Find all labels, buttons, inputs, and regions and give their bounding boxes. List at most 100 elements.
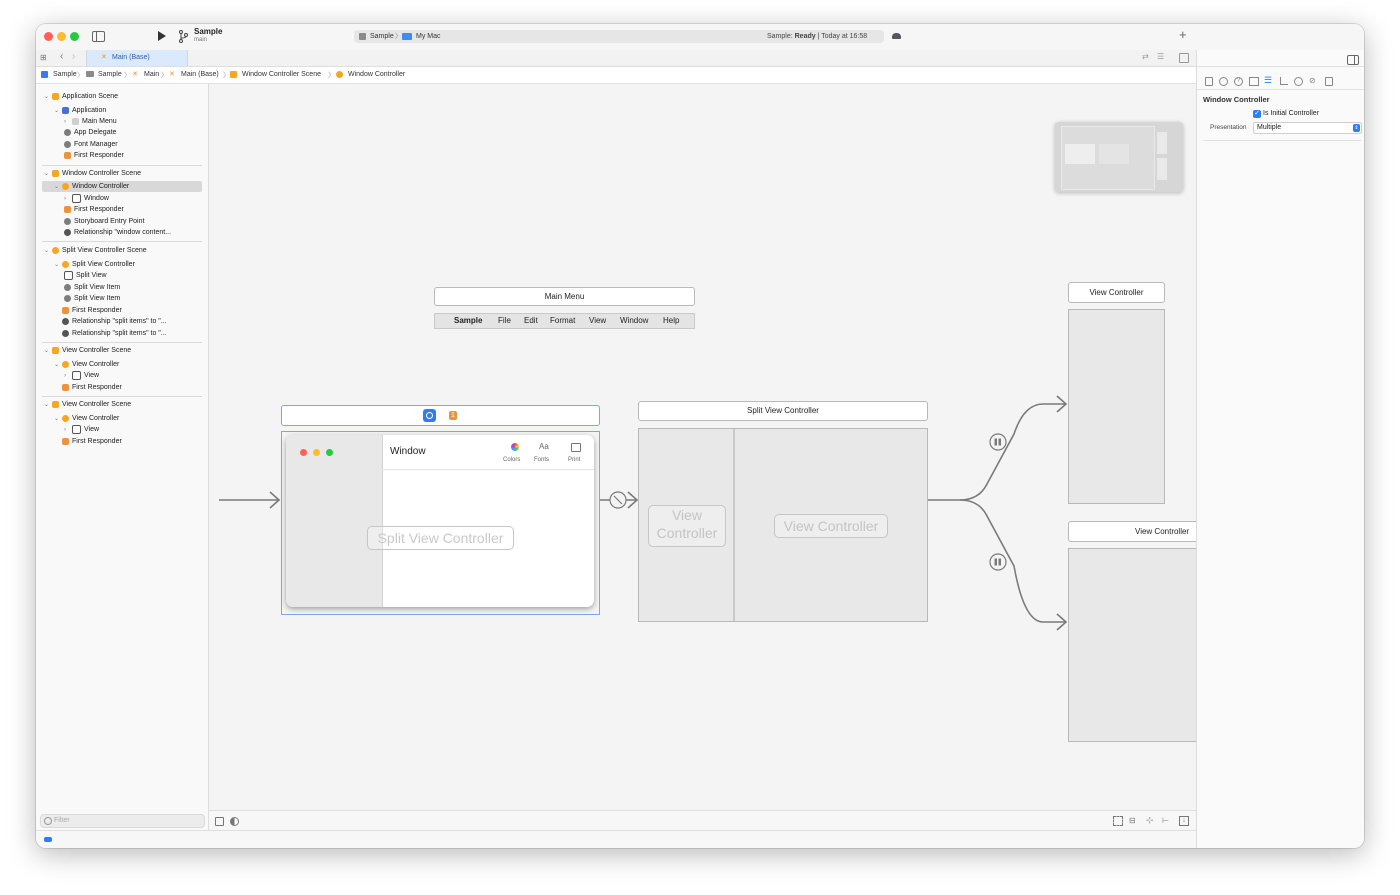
attributes-inspector-icon[interactable]: ☰	[1264, 75, 1272, 86]
outline-item[interactable]: ⌄ Application	[54, 105, 106, 116]
align-icon[interactable]: ⊟	[1129, 816, 1136, 825]
run-button[interactable]	[157, 31, 166, 41]
toolbar-item-print[interactable]: Print	[568, 457, 580, 463]
outline-item[interactable]: ⌄ View Controller	[54, 413, 119, 424]
outline-scene-application[interactable]: ⌄ Application Scene	[44, 91, 118, 102]
outline-scene-window-controller[interactable]: ⌄ Window Controller Scene	[44, 168, 141, 179]
view-controller-top-scene[interactable]	[1068, 309, 1165, 504]
connections-inspector-icon[interactable]	[1294, 77, 1303, 86]
menu-item-sample[interactable]: Sample	[454, 314, 482, 328]
menu-item-file[interactable]: File	[498, 314, 511, 328]
related-items-icon[interactable]: ⊞	[40, 53, 49, 62]
split-editor-icon[interactable]	[1179, 53, 1189, 63]
zoom-window-button[interactable]	[70, 32, 79, 41]
close-window-button[interactable]	[44, 32, 53, 41]
help-inspector-icon[interactable]: ?	[1234, 77, 1243, 86]
scheme-selector[interactable]: Sample	[370, 30, 394, 43]
tab-main-base[interactable]: ✕ Main (Base)	[86, 50, 188, 66]
split-view-scene[interactable]: View Controller View Controller	[638, 428, 928, 622]
outline-item[interactable]: First Responder	[64, 150, 124, 161]
jump-object[interactable]: Window Controller	[348, 71, 405, 78]
chevron-down-icon[interactable]: ⌄	[54, 182, 62, 193]
outline-item[interactable]: Relationship "window content...	[64, 227, 171, 238]
view-controller-bottom-scene[interactable]	[1068, 548, 1196, 742]
canvas-minimap[interactable]	[1055, 122, 1183, 192]
back-button[interactable]: ‹	[60, 51, 63, 62]
outline-scene-view-controller[interactable]: ⌄ View Controller Scene	[44, 345, 131, 356]
colors-icon[interactable]	[511, 443, 519, 451]
chevron-down-icon[interactable]: ⌄	[44, 169, 52, 180]
window-controller-icon[interactable]	[423, 409, 436, 422]
outline-item[interactable]: First Responder	[64, 204, 124, 215]
outline-item[interactable]: › Main Menu	[64, 116, 117, 127]
outline-item[interactable]: Split View Item	[64, 293, 120, 304]
pin-icon[interactable]: ⊹	[1146, 815, 1154, 826]
destination-selector[interactable]: My Mac	[416, 30, 441, 43]
chevron-down-icon[interactable]: ⌄	[44, 92, 52, 103]
jump-scene[interactable]: Window Controller Scene	[242, 71, 321, 78]
editor-options-icon[interactable]: ☰	[1157, 52, 1164, 61]
toolbar-item-fonts[interactable]: Fonts	[534, 457, 549, 463]
storyboard-canvas[interactable]: Main Menu Sample File Edit Format View W…	[209, 84, 1196, 810]
outline-item[interactable]: Relationship "split items" to "...	[54, 316, 167, 327]
outline-item[interactable]: App Delegate	[64, 127, 116, 138]
menu-item-window[interactable]: Window	[620, 314, 648, 328]
chevron-down-icon[interactable]: ⌄	[44, 346, 52, 357]
embed-in-icon[interactable]: ↓	[1179, 816, 1189, 826]
menu-item-edit[interactable]: Edit	[524, 314, 538, 328]
toolbar-item-colors[interactable]: Colors	[503, 457, 520, 463]
inspector-toggle-icon[interactable]	[1347, 55, 1359, 65]
outline-item[interactable]: ⌄ Split View Controller	[54, 259, 135, 270]
outline-item[interactable]: Split View	[64, 270, 107, 281]
view-controller-top-title[interactable]: View Controller	[1068, 282, 1165, 303]
chevron-down-icon[interactable]: ⌄	[44, 246, 52, 257]
chevron-down-icon[interactable]: ⌄	[54, 414, 62, 425]
chevron-down-icon[interactable]: ⌄	[54, 260, 62, 271]
jump-file[interactable]: Main	[144, 71, 159, 78]
jump-project[interactable]: Sample	[53, 71, 77, 78]
outline-item[interactable]: Split View Item	[64, 282, 120, 293]
forward-button[interactable]: ›	[72, 51, 75, 62]
window-controller-scene-dock[interactable]: 1	[281, 405, 600, 426]
outline-toggle-icon[interactable]	[215, 817, 224, 826]
file-inspector-icon[interactable]	[1205, 77, 1213, 86]
effects-inspector-icon[interactable]	[1325, 77, 1333, 86]
split-view-controller-title[interactable]: Split View Controller	[638, 401, 928, 421]
jump-localization[interactable]: Main (Base)	[181, 71, 219, 78]
menu-item-format[interactable]: Format	[550, 314, 575, 328]
identity-inspector-icon[interactable]	[1249, 77, 1259, 86]
is-initial-controller-checkbox[interactable]: ✓	[1253, 110, 1261, 118]
chevron-right-icon[interactable]: ›	[64, 371, 72, 382]
outline-item[interactable]: First Responder	[54, 382, 122, 393]
jump-group[interactable]: Sample	[98, 71, 122, 78]
outline-scene-view-controller[interactable]: ⌄ View Controller Scene	[44, 399, 131, 410]
main-menu-bar[interactable]: Sample File Edit Format View Window Help	[434, 313, 695, 329]
outline-item[interactable]: › View	[64, 370, 99, 381]
outline-item-selected[interactable]: ⌄ Window Controller	[54, 181, 129, 192]
outline-item[interactable]: › View	[64, 424, 99, 435]
debug-area-toggle[interactable]	[44, 837, 52, 842]
size-inspector-icon[interactable]	[1280, 77, 1288, 85]
menu-item-help[interactable]: Help	[663, 314, 679, 328]
print-icon[interactable]	[571, 443, 581, 452]
chevron-right-icon[interactable]: ›	[64, 425, 72, 436]
outline-item[interactable]: First Responder	[54, 436, 122, 447]
update-frames-icon[interactable]	[1113, 816, 1123, 826]
fonts-icon[interactable]: Aa	[539, 442, 549, 451]
outline-item[interactable]: Font Manager	[64, 139, 118, 150]
view-controller-bottom-title[interactable]: View Controller	[1068, 521, 1196, 542]
main-menu-scene-title[interactable]: Main Menu	[434, 287, 695, 306]
history-inspector-icon[interactable]	[1219, 77, 1228, 86]
split-divider[interactable]	[733, 429, 735, 621]
chevron-down-icon[interactable]: ⌄	[54, 360, 62, 371]
first-responder-icon[interactable]: 1	[449, 411, 457, 420]
outline-item[interactable]: Relationship "split items" to "...	[54, 328, 167, 339]
chevron-down-icon[interactable]: ⌄	[44, 400, 52, 411]
resolve-issues-icon[interactable]: ⊢	[1162, 816, 1169, 825]
cloud-status-icon[interactable]	[892, 33, 901, 39]
bindings-inspector-icon[interactable]: ⊘	[1309, 76, 1316, 85]
refresh-icon[interactable]: ⇄	[1142, 52, 1149, 61]
presentation-select[interactable]: Multiple ⇕	[1253, 122, 1362, 134]
add-library-button[interactable]: +	[1179, 27, 1187, 42]
appearance-icon[interactable]	[230, 817, 239, 826]
